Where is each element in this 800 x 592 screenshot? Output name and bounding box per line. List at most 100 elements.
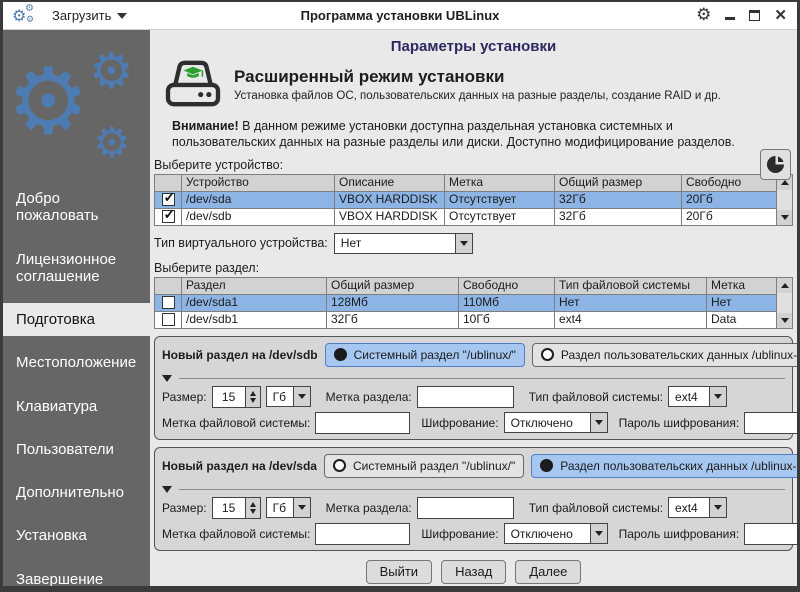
partition-label-input[interactable] [416,385,514,408]
size-unit-select[interactable]: Гб [265,386,311,407]
virtual-device-select[interactable]: Нет [333,232,473,254]
device-checkbox[interactable] [161,192,175,207]
chevron-down-icon [454,233,472,253]
fs-type-select[interactable]: ext4 [668,497,728,518]
pie-chart-icon [766,155,785,174]
stepper-arrows-icon[interactable] [244,386,260,407]
device-table-scrollbar[interactable] [777,173,793,226]
device-section-label: Выберите устройство: [154,157,284,172]
minimize-button[interactable] [725,17,736,20]
radio-unselected-icon [332,459,346,472]
fs-label-label: Метка файловой системы: [162,526,311,541]
maximize-button[interactable] [749,10,761,21]
panel-collapse-toggle[interactable] [162,374,785,382]
encryption-password-label: Пароль шифрования: [618,526,740,541]
close-button[interactable]: ✕ [774,8,787,23]
sidebar-item-users[interactable]: Пользователи [3,433,150,466]
radio-unselected-icon [540,348,554,361]
mode-title: Расширенный режим установки [234,66,505,86]
scroll-down-icon[interactable] [777,209,792,225]
scroll-up-icon[interactable] [777,277,792,293]
sidebar-item-keyboard[interactable]: Клавиатура [3,390,150,423]
sidebar-item-license[interactable]: Лицензионное соглашение [3,243,150,294]
mode-subtitle: Установка файлов ОС, пользовательских да… [234,89,721,102]
stepper-arrows-icon[interactable] [244,497,260,518]
partition-row-sda1[interactable]: /dev/sda1 128Мб 110Мб Нет Нет [154,293,777,312]
data-partition-option[interactable]: Раздел пользовательских данных /ublinux-… [531,453,797,478]
size-unit-select[interactable]: Гб [265,497,311,518]
sidebar-item-preparation[interactable]: Подготовка [3,303,150,337]
encryption-password-input[interactable] [744,522,797,545]
encryption-label: Шифрование: [421,415,499,430]
load-menu-label: Загрузить [52,8,112,23]
page-title: Параметры установки [390,38,557,55]
installer-window: ⚙ ⚙ ⚙ Загрузить Программа установки UBLi… [0,0,800,592]
fs-label-input[interactable] [315,522,411,545]
data-partition-option[interactable]: Раздел пользовательских данных /ublinux-… [531,342,797,367]
partition-table-scrollbar[interactable] [777,276,793,329]
sidebar-item-welcome[interactable]: Добро пожаловать [3,182,150,233]
encryption-select[interactable]: Отключено [503,412,608,433]
settings-gear-icon[interactable]: ⚙ [696,7,711,24]
chevron-down-icon [709,498,727,517]
ublinux-gears-logo-icon: ⚙ ⚙ ⚙ [12,2,35,25]
partition-row-sdb1[interactable]: /dev/sdb1 32Гб 10Гб ext4 Data [154,310,777,329]
partition-checkbox[interactable] [161,313,175,327]
partition-section-label: Выберите раздел: [154,260,260,275]
partition-table: Раздел Общий размер Свободно Тип файлово… [154,276,793,329]
partition-label-label: Метка раздела: [325,389,412,404]
fs-label-label: Метка файловой системы: [162,415,311,430]
chevron-down-icon [709,387,727,406]
sidebar-gears-logo-icon: ⚙ ⚙ ⚙ [7,42,134,167]
size-label: Размер: [162,500,207,515]
load-menu-button[interactable]: Загрузить [52,8,128,23]
triangle-down-icon [162,374,172,382]
radio-selected-icon [333,348,347,361]
radio-selected-icon [540,459,554,472]
exit-button[interactable]: Выйти [365,559,433,584]
partition-checkbox[interactable] [161,296,175,310]
device-row-sda[interactable]: /dev/sda VBOX HARDDISK Отсутствует 32Гб … [154,190,777,209]
sidebar-item-installation[interactable]: Установка [3,519,150,552]
system-partition-option[interactable]: Системный раздел "/ublinux/" [323,453,525,478]
back-button[interactable]: Назад [441,559,507,584]
new-partition-panel-sdb: Новый раздел на /dev/sdb Системный разде… [154,335,797,440]
triangle-down-icon [162,485,172,493]
partition-label-label: Метка раздела: [325,500,412,515]
encryption-password-input[interactable] [744,411,797,434]
fs-type-label: Тип файловой системы: [528,389,664,404]
titlebar: ⚙ ⚙ ⚙ Загрузить Программа установки UBLi… [3,2,797,30]
encryption-label: Шифрование: [421,526,499,541]
device-table: Устройство Описание Метка Общий размер С… [154,173,793,226]
sidebar-item-finish[interactable]: Завершение [3,563,150,587]
scroll-down-icon[interactable] [777,312,792,328]
sidebar-item-location[interactable]: Местоположение [3,346,150,379]
size-stepper[interactable]: 15 [211,385,261,408]
device-row-sdb[interactable]: /dev/sdb VBOX HARDDISK Отсутствует 32Гб … [154,207,777,226]
system-partition-option[interactable]: Системный раздел "/ublinux/" [324,342,525,367]
partition-label-input[interactable] [416,496,514,519]
panel-title: Новый раздел на /dev/sdb [162,347,318,362]
footer-buttons: Выйти Назад Далее [154,559,793,584]
fs-type-select[interactable]: ext4 [668,386,728,407]
partition-table-header: Раздел Общий размер Свободно Тип файлово… [154,276,777,295]
encryption-select[interactable]: Отключено [503,523,608,544]
fs-label-input[interactable] [315,411,411,434]
size-stepper[interactable]: 15 [211,496,261,519]
panel-collapse-toggle[interactable] [162,485,785,493]
sidebar: ⚙ ⚙ ⚙ Добро пожаловать Лицензионное согл… [3,30,150,586]
chevron-down-icon [589,524,607,543]
main-content: Параметры установки Расширенный режим ус… [150,30,797,586]
chevron-down-icon [117,12,128,19]
device-table-header: Устройство Описание Метка Общий размер С… [154,173,777,192]
warning-text: Внимание! В данном режиме установки дост… [172,119,735,150]
disk-usage-button[interactable] [760,149,791,180]
device-checkbox[interactable] [161,209,175,224]
fs-type-label: Тип файловой системы: [528,500,664,515]
next-button[interactable]: Далее [515,559,582,584]
virtual-device-label: Тип виртуального устройства: [154,236,328,250]
panel-title: Новый раздел на /dev/sda [162,458,317,473]
new-partition-panel-sda: Новый раздел на /dev/sda Системный разде… [154,446,797,551]
sidebar-item-additional[interactable]: Дополнительно [3,476,150,509]
chevron-down-icon [589,413,607,432]
